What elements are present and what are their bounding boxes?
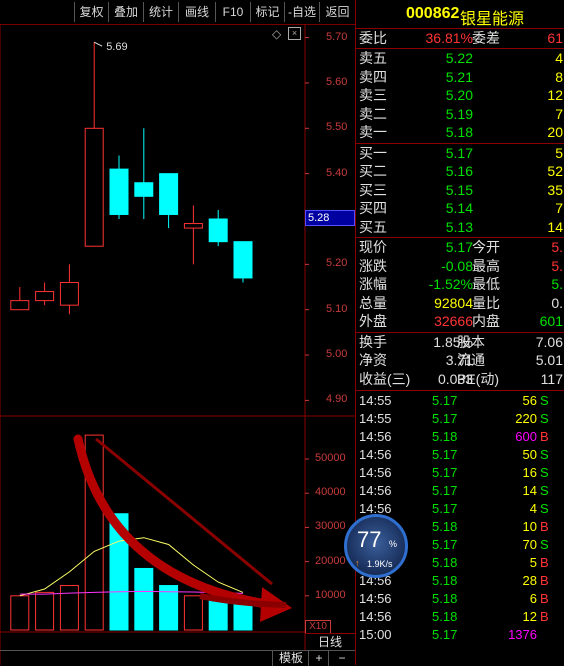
upload-arrow-icon: ↑ bbox=[355, 558, 360, 568]
network-percent: 77 bbox=[357, 527, 382, 552]
volume-tick-label: 40000 bbox=[315, 486, 346, 499]
ask-row: 卖三 5.20 12 bbox=[359, 87, 563, 103]
bid-row: 买二 5.16 52 bbox=[359, 163, 563, 179]
ask-row: 卖五 5.22 4 bbox=[359, 50, 563, 66]
diamond-icon[interactable]: ◇ bbox=[272, 27, 281, 41]
quote-row: 现价 5.17 今开 5. bbox=[359, 239, 563, 255]
zoom-in-button[interactable]: + bbox=[308, 651, 329, 666]
ask-row: 卖二 5.19 7 bbox=[359, 105, 563, 122]
volume-bar bbox=[35, 591, 55, 631]
weibi-row: 委比 36.81% 委差 61 bbox=[359, 30, 563, 46]
current-price-marker: 5.28 bbox=[305, 210, 355, 226]
tick-row: 15:00 5.17 1376 bbox=[359, 627, 537, 642]
candle-body bbox=[233, 241, 253, 279]
toolbar-btn-4[interactable]: F10 bbox=[215, 2, 250, 22]
toolbar-btn-1[interactable]: 叠加 bbox=[108, 2, 143, 22]
bid-row: 买三 5.15 35 bbox=[359, 181, 563, 198]
price-tick-label: 5.40 bbox=[326, 166, 348, 179]
bid-row: 买五 5.13 14 bbox=[359, 218, 563, 235]
bid-row: 买四 5.14 7 bbox=[359, 200, 563, 216]
zoom-out-button[interactable]: − bbox=[328, 651, 355, 666]
volume-unit: X10 bbox=[305, 620, 331, 634]
volume-bar bbox=[134, 567, 154, 631]
toolbar-btn-7[interactable]: 返回 bbox=[319, 2, 355, 22]
toolbar-btn-5[interactable]: 标记 bbox=[250, 2, 284, 22]
candle-body bbox=[183, 223, 203, 229]
high-annotation: 5.69 bbox=[106, 41, 127, 53]
tick-row: 14:55 5.17 56 S bbox=[359, 393, 549, 408]
stats-row: 净资 3.71 流通 5.01 bbox=[359, 352, 563, 368]
tick-row: 14:56 5.18 12 B bbox=[359, 609, 549, 624]
kline-chart: 5.69 bbox=[0, 24, 355, 665]
toolbar-btn-6[interactable]: -自选 bbox=[284, 2, 319, 22]
candles-layer: 5.69 bbox=[10, 41, 253, 315]
volume-tick-label: 20000 bbox=[315, 554, 346, 567]
candle-body bbox=[134, 182, 154, 197]
candle-body bbox=[159, 173, 179, 215]
stats-row: 收益(三) 0.033 PE(动) 117 bbox=[359, 370, 563, 387]
bottom-bar: 模板 + − bbox=[0, 650, 355, 666]
tick-row: 14:56 5.17 16 S bbox=[359, 465, 549, 480]
tick-row: 14:55 5.17 220 S bbox=[359, 411, 549, 426]
trend-arrow-thick bbox=[73, 434, 285, 611]
volume-tick-label: 10000 bbox=[315, 588, 346, 601]
tick-row: 14:56 5.17 50 S bbox=[359, 447, 549, 462]
price-tick-label: 5.60 bbox=[326, 75, 348, 88]
quote-row: 涨跌 -0.08 最高 5. bbox=[359, 257, 563, 274]
price-tick-label: 5.00 bbox=[326, 348, 348, 361]
volume-tick-label: 50000 bbox=[315, 452, 346, 465]
candle-body bbox=[10, 300, 30, 311]
tick-row: 14:56 5.17 14 S bbox=[359, 483, 549, 498]
chart-toolbar: 复权 叠加 统计 画线 F10 标记 -自选 返回 bbox=[0, 0, 355, 25]
candle-body bbox=[35, 291, 55, 302]
quote-row: 涨幅 -1.52% 最低 5. bbox=[359, 276, 563, 292]
candle-body bbox=[208, 218, 228, 243]
volume-bar bbox=[10, 595, 30, 631]
toolbar-btn-3[interactable]: 画线 bbox=[178, 2, 215, 22]
ask-row: 卖一 5.18 20 bbox=[359, 124, 563, 140]
price-tick-label: 4.90 bbox=[326, 393, 348, 406]
toolbar-btn-0[interactable]: 复权 bbox=[74, 2, 108, 22]
candle-body bbox=[84, 127, 104, 247]
ask-row: 卖四 5.21 8 bbox=[359, 68, 563, 85]
period-label[interactable]: 日线 bbox=[305, 633, 355, 650]
price-tick-label: 5.50 bbox=[326, 121, 348, 134]
candle-body bbox=[109, 168, 129, 215]
volume-tick-label: 30000 bbox=[315, 520, 346, 533]
price-tick-label: 5.10 bbox=[326, 302, 348, 315]
template-button[interactable]: 模板 bbox=[272, 651, 309, 666]
network-speed-widget[interactable]: 77 % ↑ 1.9K/s bbox=[344, 514, 408, 578]
volume-bar bbox=[59, 585, 79, 631]
toolbar-btn-2[interactable]: 统计 bbox=[143, 2, 178, 22]
quote-row: 总量 92804 量比 0. bbox=[359, 294, 563, 311]
network-speed: 1.9K/s bbox=[367, 559, 393, 569]
close-icon[interactable]: × bbox=[288, 27, 301, 40]
candle-body bbox=[59, 281, 79, 306]
tick-row: 14:56 5.18 600 B bbox=[359, 429, 549, 444]
bid-row: 买一 5.17 5 bbox=[359, 144, 563, 161]
volume-axis: 50000 40000 30000 20000 10000 bbox=[305, 418, 355, 633]
price-tick-label: 5.20 bbox=[326, 257, 348, 270]
tick-row: 14:56 5.18 6 B bbox=[359, 591, 549, 606]
volume-bar bbox=[183, 595, 203, 631]
quote-row: 外盘 32666 内盘 601 bbox=[359, 313, 563, 329]
price-tick-label: 5.70 bbox=[326, 30, 348, 43]
stats-row: 换手 1.85% 股本 7.06 bbox=[359, 333, 563, 350]
